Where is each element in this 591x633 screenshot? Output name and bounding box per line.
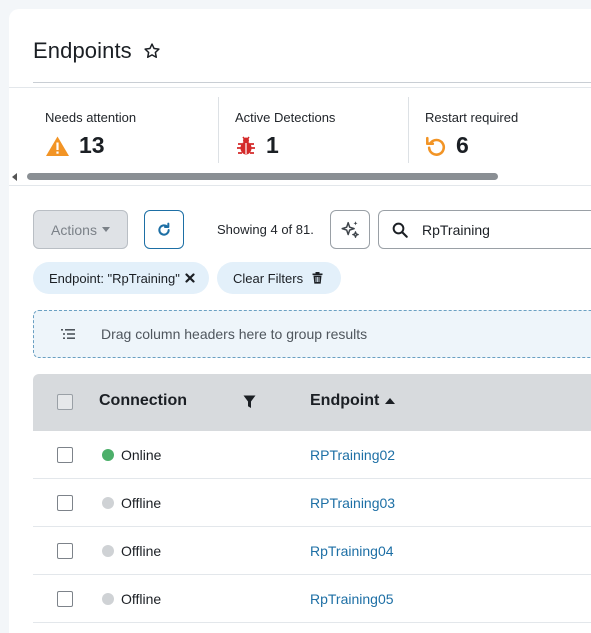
connection-label: Online [121,447,162,463]
actions-label: Actions [51,221,97,238]
status-dot-icon [102,593,114,605]
ai-assist-button[interactable] [330,210,370,249]
endpoint-link[interactable]: RpTraining04 [310,543,394,559]
status-dot-icon [102,449,114,461]
divider [9,185,591,186]
status-dot-icon [102,497,114,509]
summary-cards: Needs attention 13 Active Detections 1 R… [9,91,591,171]
filter-chip-label: Endpoint: "RpTraining" [49,270,180,286]
filter-icon[interactable] [243,395,256,409]
filter-chip-endpoint[interactable]: Endpoint: "RpTraining" [33,262,209,294]
trash-icon [312,272,323,284]
card-label: Restart required [425,110,519,125]
row-checkbox[interactable] [57,591,73,607]
table-header: Connection Endpoint [33,374,591,431]
card-divider [408,97,409,163]
table-row[interactable]: Offline RpTraining04 [33,527,591,575]
connection-status: Offline [102,591,161,607]
scrollbar-thumb[interactable] [27,173,498,180]
card-value-row: 13 [45,132,105,159]
restart-icon [425,135,447,157]
column-header-connection[interactable]: Connection [99,392,187,410]
horizontal-scrollbar[interactable] [9,171,591,183]
table-row[interactable]: Offline RPTraining03 [33,479,591,527]
group-zone-text: Drag column headers here to group result… [101,326,368,342]
page-title: Endpoints [33,38,132,63]
endpoints-table: Connection Endpoint Online RPTraining02 … [33,374,591,623]
connection-label: Offline [121,543,162,559]
scroll-left-arrow-icon[interactable] [12,173,17,181]
row-checkbox[interactable] [57,543,73,559]
card-value-row: 1 [235,132,279,159]
connection-status: Offline [102,495,161,511]
status-dot-icon [102,545,114,557]
endpoint-link[interactable]: RpTraining05 [310,591,394,607]
table-row[interactable]: Offline RpTraining05 [33,575,591,623]
table-row[interactable]: Online RPTraining02 [33,431,591,479]
sort-ascending-icon [385,398,396,404]
column-header-label: Endpoint [310,392,380,409]
bug-icon [235,135,257,157]
card-label: Needs attention [45,110,137,125]
sparkle-icon [339,219,361,241]
card-value: 13 [79,132,105,158]
endpoint-link[interactable]: RPTraining03 [310,495,395,511]
divider [33,82,591,83]
page-header: Endpoints [33,31,161,71]
warning-icon [45,135,70,157]
caret-down-icon [101,227,110,232]
card-value: 1 [266,132,279,158]
clear-filters-button[interactable]: Clear Filters [217,262,341,294]
star-icon[interactable] [143,42,161,60]
refresh-button[interactable] [144,210,184,249]
toolbar: Actions Showing 4 of 81. [33,210,591,250]
search-box[interactable] [378,210,591,249]
main-panel: Endpoints Needs attention 13 Active Dete… [9,9,591,633]
group-drop-zone[interactable]: Drag column headers here to group result… [33,310,591,358]
search-input[interactable] [422,221,582,238]
group-list-icon [61,328,75,340]
clear-filters-label: Clear Filters [233,270,304,286]
connection-label: Offline [121,495,162,511]
card-value: 6 [456,132,469,158]
refresh-icon [156,222,172,238]
connection-status: Offline [102,543,161,559]
select-all-checkbox[interactable] [57,394,73,410]
actions-button[interactable]: Actions [33,210,128,249]
result-count: Showing 4 of 81. [217,222,314,237]
card-value-row: 6 [425,132,469,159]
divider [9,87,591,88]
row-checkbox[interactable] [57,447,73,463]
card-divider [218,97,219,163]
connection-label: Offline [121,591,162,607]
connection-status: Online [102,447,161,463]
card-label: Active Detections [235,110,336,125]
search-icon [391,221,409,239]
endpoint-link[interactable]: RPTraining02 [310,447,395,463]
column-header-endpoint[interactable]: Endpoint [310,392,396,410]
row-checkbox[interactable] [57,495,73,511]
close-icon[interactable] [185,273,195,283]
